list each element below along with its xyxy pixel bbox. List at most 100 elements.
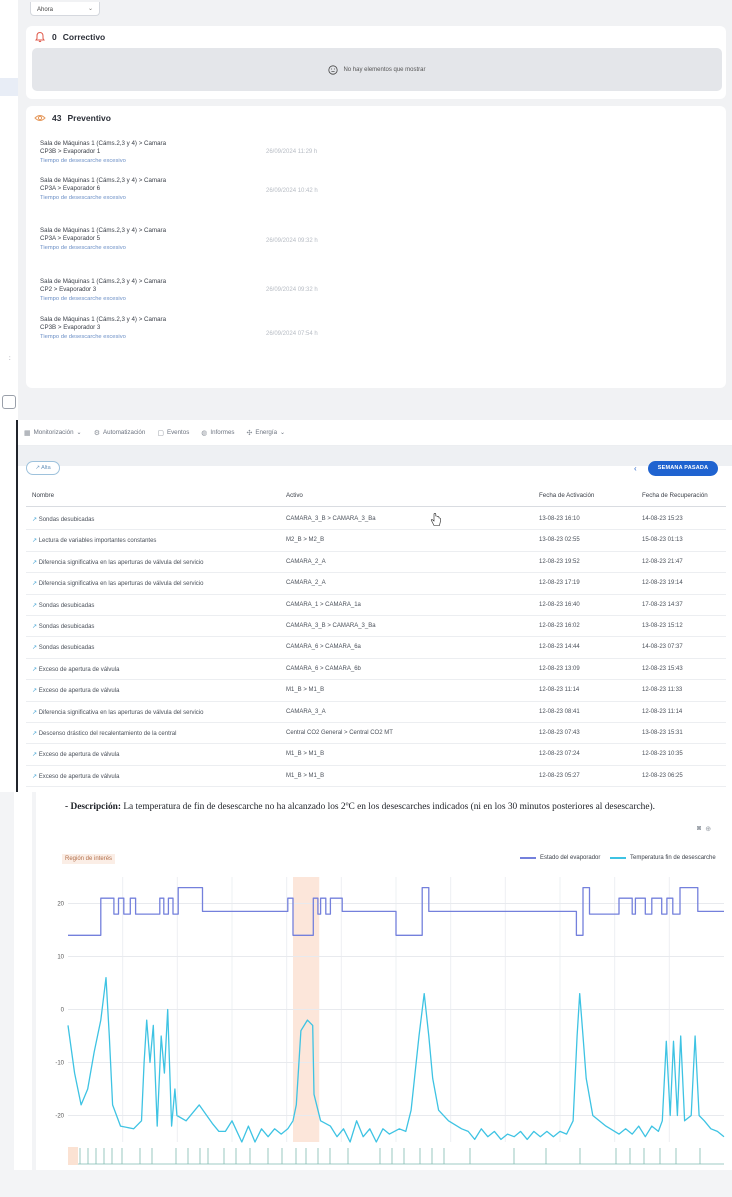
nav-item-label: Monitorización xyxy=(33,429,74,436)
cell-recovery: 12-08-23 19:14 xyxy=(642,580,683,587)
left-border xyxy=(16,420,18,792)
event-name: Exceso de apertura de válvula xyxy=(38,666,120,673)
y-tick-label: 20 xyxy=(57,902,64,908)
preventive-item[interactable]: Sala de Máquinas 1 (Cáms.2,3 y 4) > Cama… xyxy=(40,140,340,166)
table-row[interactable]: ↗ Descenso drástico del recalentamiento … xyxy=(26,723,726,745)
cell-recovery: 17-08-23 14:37 xyxy=(642,601,683,608)
chevron-left-icon[interactable]: ‹ xyxy=(634,464,637,473)
cell-activation: 13-08-23 16:10 xyxy=(539,516,580,522)
cell-asset: CAMARA_6 > CAMARA_6b xyxy=(286,665,361,672)
cell-name: ↗ Exceso de apertura de válvula xyxy=(32,666,119,673)
column-header-recovery[interactable]: Fecha de Recuperación xyxy=(642,492,708,499)
cell-asset: CAMARA_6 > CAMARA_6a xyxy=(286,644,361,651)
column-header-asset[interactable]: Activo xyxy=(286,492,303,499)
cell-activation: 12-08-23 13:09 xyxy=(539,665,580,672)
nav-item-label: Informes xyxy=(210,429,235,436)
nav-item-label: Eventos xyxy=(166,429,190,436)
table-row[interactable]: ↗ Exceso de apertura de válvula CAMARA_6 … xyxy=(26,659,726,681)
chevron-down-icon: ⌄ xyxy=(76,429,82,436)
cell-asset: M1_B > M1_B xyxy=(286,751,325,758)
table-row[interactable]: ↗ Diferencia significativa en las apertu… xyxy=(26,702,726,723)
time-select[interactable]: Ahora ⌄ xyxy=(30,2,100,16)
trend-icon: ↗ xyxy=(32,624,39,630)
nav-item[interactable]: ⚙ Automatización xyxy=(94,429,146,437)
cell-asset: CAMARA_1 > CAMARA_1a xyxy=(286,601,361,608)
cell-recovery: 15-08-23 01:13 xyxy=(642,537,683,544)
table-row[interactable]: ↗ Sondas desubicadas CAMARA_3_B > CAMARA_… xyxy=(26,509,726,531)
item-asset: Sala de Máquinas 1 (Cáms.2,3 y 4) > Cama… xyxy=(40,316,167,332)
nav-item[interactable]: ✣ Energía ⌄ xyxy=(246,429,285,437)
cell-name: ↗ Diferencia significativa en las apertu… xyxy=(32,709,203,716)
trend-icon: ↗ xyxy=(32,752,39,759)
empty-state: No hay elementos que mostrar xyxy=(32,48,722,91)
document-icon: ▢ xyxy=(157,429,164,437)
preventive-item[interactable]: Sala de Máquinas 1 (Cáms.2,3 y 4) > Cama… xyxy=(40,278,340,304)
last-week-button[interactable]: SEMANA PASADA xyxy=(648,461,718,476)
cell-activation: 12-08-23 14:44 xyxy=(539,644,580,651)
empty-state-text: No hay elementos que mostrar xyxy=(343,66,426,73)
cell-name: ↗ Diferencia significativa en las apertu… xyxy=(32,559,203,566)
cell-name: ↗ Exceso de apertura de válvula xyxy=(32,687,119,694)
sidebar-button[interactable] xyxy=(2,395,16,409)
severity-filter-pill[interactable]: ↗ Alta xyxy=(26,461,60,475)
severity-filter-label: Alta xyxy=(41,465,51,471)
report-panel: - Descripción: La temperatura de fin de … xyxy=(0,792,732,1197)
nav-item[interactable]: ◍ Informes xyxy=(201,429,234,437)
preventive-item[interactable]: Sala de Máquinas 1 (Cáms.2,3 y 4) > Cama… xyxy=(40,316,340,342)
time-select-label: Ahora xyxy=(37,7,54,13)
item-asset: Sala de Máquinas 1 (Cáms.2,3 y 4) > Cama… xyxy=(40,227,167,243)
chevron-down-icon: ⌄ xyxy=(87,6,93,12)
table-row[interactable]: ↗ Exceso de apertura de válvula M1_B > M1… xyxy=(26,766,726,788)
event-name: Exceso de apertura de válvula xyxy=(38,688,120,695)
nav-item[interactable]: ▦ Monitorización ⌄ xyxy=(24,429,82,437)
preventive-header: 43 Preventivo xyxy=(34,112,111,124)
y-tick-label: 0 xyxy=(61,1008,65,1014)
trend-icon: ↗ xyxy=(32,709,39,716)
cell-name: ↗ Sondas desubicadas xyxy=(32,602,94,609)
nav-item-label: Energía xyxy=(255,429,278,436)
table-row[interactable]: ↗ Exceso de apertura de válvula M1_B > M1… xyxy=(26,744,726,766)
trend-icon: ↗ xyxy=(32,773,39,780)
column-header-name[interactable]: Nombre xyxy=(32,492,54,499)
nav-item[interactable]: ▢ Eventos xyxy=(157,429,189,437)
event-name: Sondas desubicadas xyxy=(38,602,95,609)
cell-recovery: 13-08-23 15:12 xyxy=(642,623,683,629)
cell-activation: 12-08-23 08:41 xyxy=(539,708,580,715)
preventive-item[interactable]: Sala de Máquinas 1 (Cáms.2,3 y 4) > Cama… xyxy=(40,177,340,203)
cell-name: ↗ Lectura de variables importantes const… xyxy=(32,537,156,544)
sub-header xyxy=(16,446,732,466)
cell-recovery: 12-08-23 11:33 xyxy=(642,687,683,694)
table-row[interactable]: ↗ Diferencia significativa en las apertu… xyxy=(26,573,726,595)
table-row[interactable]: ↗ Exceso de apertura de válvula M1_B > M1… xyxy=(26,680,726,702)
table-row[interactable]: ↗ Sondas desubicadas CAMARA_1 > CAMARA_1a… xyxy=(26,595,726,616)
eye-icon xyxy=(34,115,46,121)
table-row[interactable]: ↗ Sondas desubicadas CAMARA_6 > CAMARA_6a… xyxy=(26,637,726,659)
cell-activation: 12-08-23 17:19 xyxy=(539,580,580,587)
table-row[interactable]: ↗ Diferencia significativa en las apertu… xyxy=(26,552,726,574)
cell-name: ↗ Sondas desubicadas xyxy=(32,516,94,523)
item-date: 26/09/2024 09:32 h xyxy=(266,238,318,244)
table-row[interactable]: ↗ Sondas desubicadas CAMARA_3_B > CAMARA_… xyxy=(26,616,726,638)
y-tick-label: -10 xyxy=(55,1061,64,1067)
cell-asset: M2_B > M2_B xyxy=(286,537,325,544)
event-name: Exceso de apertura de válvula xyxy=(38,752,120,759)
cell-asset: M1_B > M1_B xyxy=(286,772,325,779)
table-row[interactable]: ↗ Lectura de variables importantes const… xyxy=(26,530,726,552)
hand-cursor-icon xyxy=(430,513,441,526)
cell-asset: CAMARA_3_A xyxy=(286,708,326,715)
sidebar-selected-item[interactable] xyxy=(0,78,18,96)
trend-icon: ↗ xyxy=(32,559,39,566)
trend-icon: ↗ xyxy=(32,666,39,673)
event-name: Lectura de variables importantes constan… xyxy=(38,538,157,545)
grid-icon: ▦ xyxy=(24,429,31,437)
item-asset: Sala de Máquinas 1 (Cáms.2,3 y 4) > Cama… xyxy=(40,177,167,193)
cell-asset: CAMARA_3_B > CAMARA_3_Ba xyxy=(286,623,376,629)
preventive-title: Preventivo xyxy=(67,113,111,123)
report-icon: ◍ xyxy=(201,429,208,437)
trend-icon: ↗ xyxy=(32,645,39,652)
column-header-activation[interactable]: Fecha de Activación xyxy=(539,492,594,499)
preventive-item[interactable]: Sala de Máquinas 1 (Cáms.2,3 y 4) > Cama… xyxy=(40,227,340,253)
cell-recovery: 12-08-23 06:25 xyxy=(642,772,683,779)
item-asset: Sala de Máquinas 1 (Cáms.2,3 y 4) > Cama… xyxy=(40,140,167,156)
cell-asset: Central CO2 General > Central CO2 MT xyxy=(286,730,393,736)
